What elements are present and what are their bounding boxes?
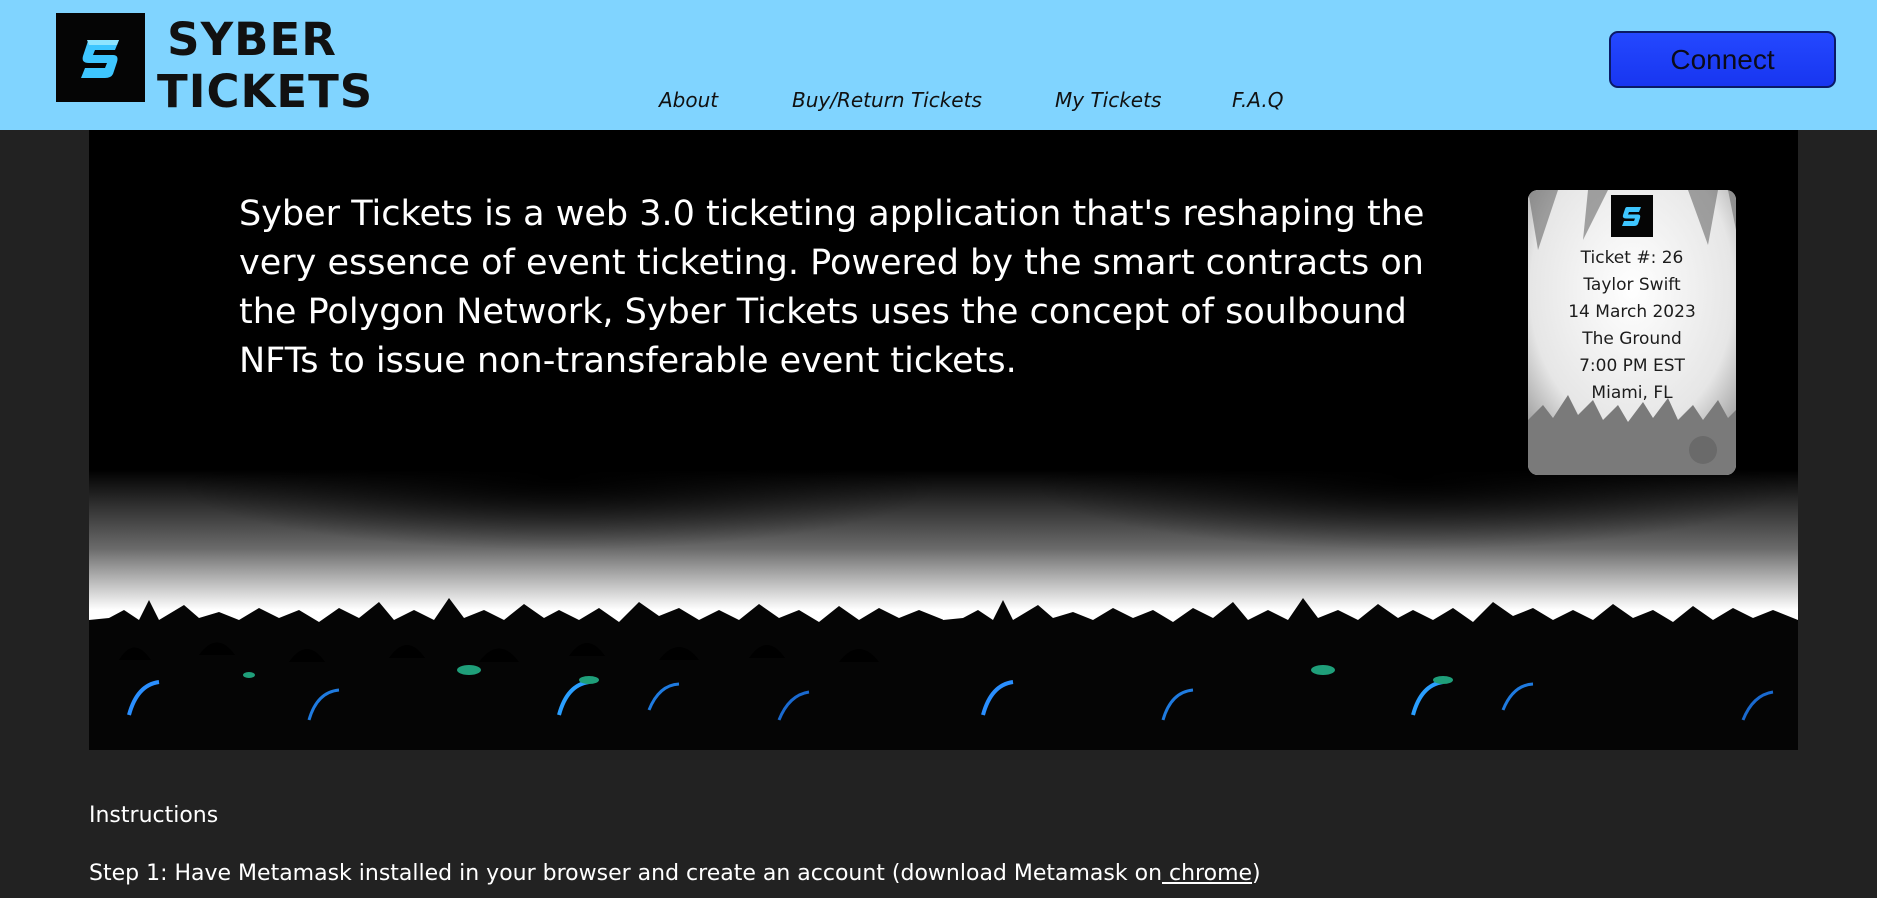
step-1-close: ) [1252,861,1261,886]
step-1-text: Step 1: Have Metamask installed in your … [89,861,1163,886]
brand-line-2: TICKETS [157,65,374,118]
nav-buy-return-tickets[interactable]: Buy/Return Tickets [792,88,982,112]
brand-name: SYBER TICKETS [157,13,374,118]
s-logo-icon [1622,207,1641,226]
crowd-image-left [89,470,944,750]
nav-about[interactable]: About [659,88,718,112]
s-logo-icon [80,39,119,78]
ticket-details: Ticket #: 26 Taylor Swift 14 March 2023 … [1528,245,1736,407]
instruction-step-1: Step 1: Have Metamask installed in your … [89,861,1261,886]
nav-faq[interactable]: F.A.Q [1232,88,1283,112]
nav-my-tickets[interactable]: My Tickets [1055,88,1161,112]
instructions-heading: Instructions [89,803,219,828]
chrome-download-link[interactable]: chrome [1162,861,1252,886]
brand-line-1: SYBER [167,13,337,66]
connect-button[interactable]: Connect [1609,31,1836,88]
ticket-artist: Taylor Swift [1583,275,1681,295]
hero-banner: Syber Tickets is a web 3.0 ticketing app… [89,130,1798,750]
ticket-location: Miami, FL [1591,383,1673,403]
ticket-number: Ticket #: 26 [1580,248,1684,268]
ticket-time: 7:00 PM EST [1579,356,1685,376]
hero-description: Syber Tickets is a web 3.0 ticketing app… [239,194,1425,381]
header: SYBER TICKETS About Buy/Return Tickets M… [0,0,1877,130]
ticket-card[interactable]: Ticket #: 26 Taylor Swift 14 March 2023 … [1528,190,1736,475]
ticket-venue: The Ground [1582,329,1682,349]
brand-logo[interactable] [56,13,145,102]
ticket-logo [1611,195,1653,237]
ticket-date: 14 March 2023 [1568,302,1696,322]
crowd-image-right [943,470,1798,750]
